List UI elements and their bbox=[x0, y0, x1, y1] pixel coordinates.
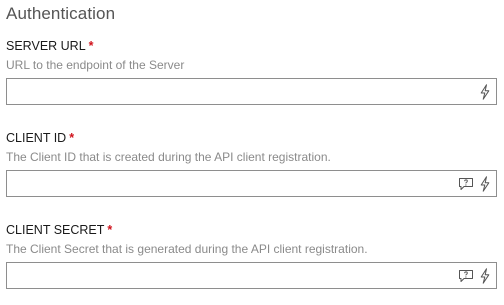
client-secret-help: The Client Secret that is generated duri… bbox=[6, 242, 368, 256]
server-url-input[interactable] bbox=[7, 79, 439, 104]
server-url-field: SERVER URL * URL to the endpoint of the S… bbox=[6, 38, 497, 105]
lightning-icon[interactable] bbox=[480, 176, 490, 192]
server-url-label-text: SERVER URL bbox=[6, 39, 86, 53]
lightning-icon[interactable] bbox=[480, 84, 490, 100]
required-marker: * bbox=[88, 39, 94, 53]
client-id-label-text: CLIENT ID bbox=[6, 131, 67, 145]
client-secret-input-box[interactable] bbox=[6, 262, 497, 289]
client-id-icons bbox=[458, 175, 490, 193]
lightning-icon[interactable] bbox=[480, 268, 490, 284]
client-id-help: The Client ID that is created during the… bbox=[6, 150, 331, 164]
comment-question-icon[interactable] bbox=[458, 177, 474, 191]
section-title: Authentication bbox=[6, 4, 116, 23]
comment-question-icon[interactable] bbox=[458, 269, 474, 283]
server-url-label: SERVER URL * bbox=[6, 38, 497, 54]
client-secret-input[interactable] bbox=[7, 263, 439, 288]
client-id-label: CLIENT ID * bbox=[6, 130, 497, 146]
client-id-input[interactable] bbox=[7, 171, 439, 196]
required-marker: * bbox=[69, 131, 75, 145]
client-id-field: CLIENT ID * The Client ID that is created… bbox=[6, 130, 497, 197]
client-id-input-box[interactable] bbox=[6, 170, 497, 197]
client-secret-icons bbox=[458, 267, 490, 285]
client-secret-label-text: CLIENT SECRET bbox=[6, 223, 105, 237]
server-url-help: URL to the endpoint of the Server bbox=[6, 58, 185, 72]
client-secret-label: CLIENT SECRET * bbox=[6, 222, 497, 238]
client-secret-field: CLIENT SECRET * The Client Secret that is… bbox=[6, 222, 497, 289]
required-marker: * bbox=[107, 223, 113, 237]
server-url-input-box[interactable] bbox=[6, 78, 497, 105]
server-url-icons bbox=[480, 83, 490, 101]
